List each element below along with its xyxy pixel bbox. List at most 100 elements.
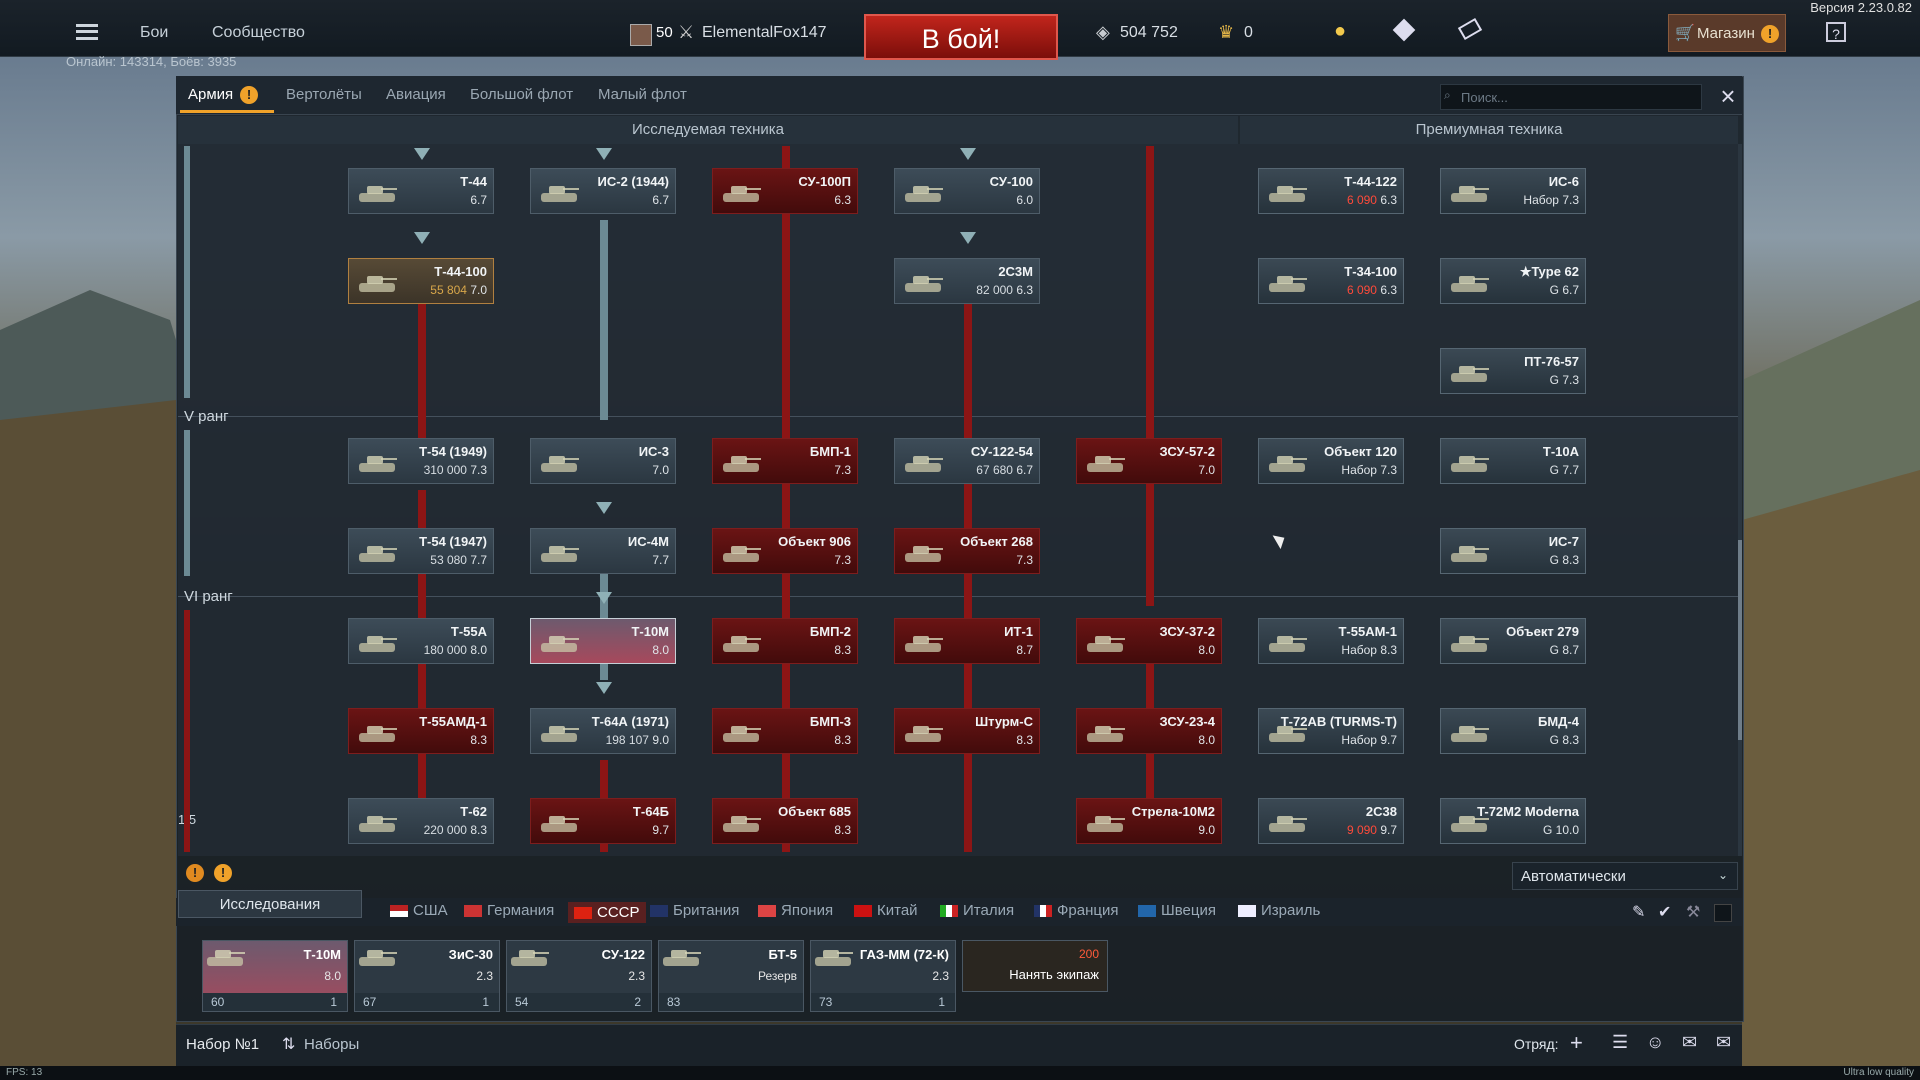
list-icon[interactable]: ☰ — [1612, 1032, 1628, 1053]
flag-icon — [758, 905, 776, 918]
help-icon[interactable]: ? — [1826, 22, 1846, 42]
plus-icon[interactable]: + — [1570, 1030, 1583, 1056]
premium-card-is7[interactable]: ИС-7 G 8.3 — [1440, 528, 1586, 574]
vehicle-card-is4m[interactable]: ИС-4М 7.7 — [530, 528, 676, 574]
crew-slot-su122[interactable]: СУ-122 2.3 54 2 — [506, 940, 652, 1012]
vehicle-card-zsu23-4[interactable]: ЗСУ-23-4 8.0 — [1076, 708, 1222, 754]
premium-card-object279[interactable]: Объект 279 G 8.7 — [1440, 618, 1586, 664]
vehicle-card-t54-1949[interactable]: Т-54 (1949) 310 000 7.3 — [348, 438, 494, 484]
crew-slot-zis30[interactable]: ЗиС-30 2.3 67 1 — [354, 940, 500, 1012]
vehicle-card-t64a[interactable]: Т-64А (1971) 198 107 9.0 — [530, 708, 676, 754]
vehicle-card-is2-1944[interactable]: ИС-2 (1944) 6.7 — [530, 168, 676, 214]
alarm-icon[interactable]: ! — [186, 864, 204, 882]
vehicle-card-object268[interactable]: Объект 268 7.3 — [894, 528, 1040, 574]
tank-icon — [901, 267, 945, 297]
tab-army[interactable]: Армия — [188, 86, 233, 103]
vehicle-card-zsu57-2[interactable]: ЗСУ-57-2 7.0 — [1076, 438, 1222, 484]
nation-tab-usa[interactable]: США — [390, 902, 448, 919]
premium-card-2s38[interactable]: 2С38 9 090 9.7 — [1258, 798, 1404, 844]
premium-card-t55am1[interactable]: Т-55АМ-1 Набор 8.3 — [1258, 618, 1404, 664]
vehicle-card-t10m[interactable]: Т-10М 8.0 — [530, 618, 676, 664]
player-name[interactable]: ElementalFox147 — [702, 24, 827, 42]
vehicle-card-2s3m[interactable]: 2С3М 82 000 6.3 — [894, 258, 1040, 304]
vehicle-card-t55amd1[interactable]: Т-55АМД-1 8.3 — [348, 708, 494, 754]
vehicle-card-su100[interactable]: СУ-100 6.0 — [894, 168, 1040, 214]
chat-icon[interactable]: ✉ — [1682, 1032, 1697, 1053]
premium-card-pt76-57[interactable]: ПТ-76-57 G 7.3 — [1440, 348, 1586, 394]
nation-tab-germany[interactable]: Германия — [464, 902, 554, 919]
to-battle-button[interactable]: В бой! — [864, 14, 1058, 60]
menu-battles[interactable]: Бои — [140, 24, 168, 42]
menu-community[interactable]: Сообщество — [212, 24, 305, 42]
vehicle-card-shturm-s[interactable]: Штурм-С 8.3 — [894, 708, 1040, 754]
tree-scrollbar[interactable] — [1738, 144, 1742, 856]
nation-tab-israel[interactable]: Израиль — [1238, 902, 1320, 919]
crew-preset-dropdown[interactable]: Автоматически — [1512, 862, 1738, 890]
vehicle-card-bmp2[interactable]: БМП-2 8.3 — [712, 618, 858, 664]
nation-tab-japan[interactable]: Япония — [758, 902, 833, 919]
nation-tab-china[interactable]: Китай — [854, 902, 918, 919]
toggle-checkbox[interactable] — [1714, 904, 1732, 922]
vehicle-card-strela10m2[interactable]: Стрела-10М2 9.0 — [1076, 798, 1222, 844]
research-toggle-button[interactable]: Исследования — [178, 890, 362, 918]
fps-counter: FPS: 13 — [6, 1067, 43, 1078]
premium-card-bmd4[interactable]: БМД-4 G 8.3 — [1440, 708, 1586, 754]
wrench-icon[interactable]: ✎ — [1632, 902, 1645, 922]
vehicle-card-su100p[interactable]: СУ-100П 6.3 — [712, 168, 858, 214]
vehicle-card-t44[interactable]: Т-44 6.7 — [348, 168, 494, 214]
presets-button[interactable]: Наборы — [304, 1036, 359, 1053]
preset-name[interactable]: Набор №1 — [186, 1036, 259, 1053]
tab-aviation[interactable]: Авиация — [386, 86, 446, 103]
vehicle-card-t62[interactable]: Т-62 220 000 8.3 — [348, 798, 494, 844]
vehicle-card-t44-100[interactable]: Т-44-100 55 804 7.0 — [348, 258, 494, 304]
player-avatar[interactable] — [630, 24, 652, 46]
vehicle-card-object906[interactable]: Объект 906 7.3 — [712, 528, 858, 574]
vehicle-card-bmp3[interactable]: БМП-3 8.3 — [712, 708, 858, 754]
vehicle-card-t64b[interactable]: Т-64Б 9.7 — [530, 798, 676, 844]
tab-bluewater-fleet[interactable]: Большой флот — [470, 86, 573, 103]
premium-card-t34-100[interactable]: Т-34-100 6 090 6.3 — [1258, 258, 1404, 304]
vehicle-card-t54-1947[interactable]: Т-54 (1947) 53 080 7.7 — [348, 528, 494, 574]
tank-icon — [719, 177, 763, 207]
close-icon[interactable]: × — [1714, 82, 1742, 110]
shop-button[interactable]: 🛒 Магазин ! — [1668, 14, 1786, 52]
nation-tab-italy[interactable]: Италия — [940, 902, 1014, 919]
premium-card-t72av-turms[interactable]: Т-72АВ (TURMS-T) Набор 9.7 — [1258, 708, 1404, 754]
checkmark-icon[interactable]: ✔ — [1658, 902, 1671, 922]
lightbulb-icon[interactable]: ● — [1334, 20, 1346, 43]
vehicle-card-object685[interactable]: Объект 685 8.3 — [712, 798, 858, 844]
repair-icon[interactable]: ⚒ — [1686, 902, 1700, 922]
tank-icon — [537, 447, 581, 477]
menu-icon[interactable] — [76, 24, 98, 40]
premium-card-object120[interactable]: Объект 120 Набор 7.3 — [1258, 438, 1404, 484]
nation-tab-ussr[interactable]: СССР — [568, 902, 646, 923]
vehicle-card-zsu37-2[interactable]: ЗСУ-37-2 8.0 — [1076, 618, 1222, 664]
mail-icon[interactable]: ✉ — [1716, 1032, 1731, 1053]
vehicle-card-bmp1[interactable]: БМП-1 7.3 — [712, 438, 858, 484]
vehicle-card-su122-54[interactable]: СУ-122-54 67 680 6.7 — [894, 438, 1040, 484]
vehicle-card-is3[interactable]: ИС-3 7.0 — [530, 438, 676, 484]
flag-icon — [1034, 905, 1052, 918]
warning-icon[interactable]: ! — [214, 864, 232, 882]
tank-icon — [1447, 627, 1491, 657]
scrollbar-thumb[interactable] — [1738, 540, 1742, 740]
premium-card-t10a[interactable]: Т-10А G 7.7 — [1440, 438, 1586, 484]
premium-card-t72m2-moderna[interactable]: T-72M2 Moderna G 10.0 — [1440, 798, 1586, 844]
premium-card-t44-122[interactable]: Т-44-122 6 090 6.3 — [1258, 168, 1404, 214]
tab-coastal-fleet[interactable]: Малый флот — [598, 86, 687, 103]
crew-slot-t10m[interactable]: Т-10М 8.0 60 1 — [202, 940, 348, 1012]
tank-icon — [1447, 177, 1491, 207]
premium-card-is6[interactable]: ИС-6 Набор 7.3 — [1440, 168, 1586, 214]
vehicle-card-t55a[interactable]: Т-55А 180 000 8.0 — [348, 618, 494, 664]
nation-tab-france[interactable]: Франция — [1034, 902, 1118, 919]
nation-tab-sweden[interactable]: Швеция — [1138, 902, 1216, 919]
premium-card-type62[interactable]: ★Type 62 G 6.7 — [1440, 258, 1586, 304]
vehicle-card-it1[interactable]: ИТ-1 8.7 — [894, 618, 1040, 664]
tab-helicopters[interactable]: Вертолёты — [286, 86, 362, 103]
contacts-icon[interactable]: ☺ — [1646, 1032, 1664, 1053]
hire-crew-button[interactable]: 200 Нанять экипаж — [962, 940, 1108, 992]
crew-slot-bt5[interactable]: БТ-5 Резерв 83 — [658, 940, 804, 1012]
nation-tab-britain[interactable]: Британия — [650, 902, 739, 919]
crew-slot-gaz-mm[interactable]: ГАЗ-ММ (72-К) 2.3 73 1 — [810, 940, 956, 1012]
search-input[interactable]: Поиск... — [1440, 84, 1702, 110]
